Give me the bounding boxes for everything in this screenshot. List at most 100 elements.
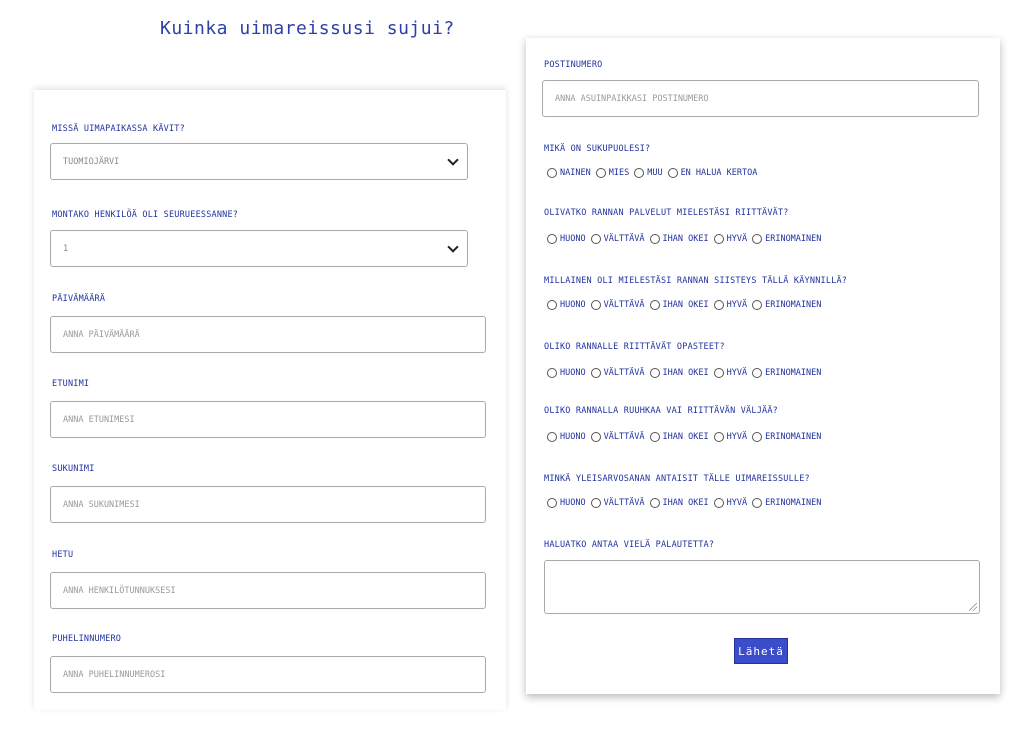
phone-input[interactable]: Anna puhelinnumerosi <box>50 656 486 693</box>
gender-option[interactable]: Nainen <box>547 168 591 178</box>
resize-handle-icon[interactable] <box>969 603 977 611</box>
gender-option[interactable]: Mies <box>595 168 630 178</box>
radio-button[interactable] <box>590 368 601 378</box>
feedback-textarea[interactable] <box>544 560 980 614</box>
radio-button[interactable] <box>547 168 557 178</box>
rating-option[interactable]: Hyvä <box>713 234 747 244</box>
first-name-placeholder: Anna etunimesi <box>63 414 135 425</box>
rating-option[interactable]: Huono <box>547 432 586 442</box>
radio-button[interactable] <box>713 234 724 244</box>
date-placeholder: Anna päivämäärä <box>63 329 140 340</box>
rating-option[interactable]: Ihan okei <box>649 300 709 310</box>
date-input[interactable]: Anna päivämäärä <box>50 316 486 353</box>
rating-option[interactable]: Hyvä <box>713 300 747 310</box>
rating-option[interactable]: Ihan okei <box>649 432 709 442</box>
last-name-input[interactable]: Anna sukunimesi <box>50 486 486 523</box>
radio-button[interactable] <box>590 498 601 508</box>
radio-button[interactable] <box>595 168 606 178</box>
radio-button[interactable] <box>547 234 557 244</box>
rating-option[interactable]: Hyvä <box>713 432 747 442</box>
radio-button[interactable] <box>713 368 724 378</box>
rating-option[interactable]: Välttävä <box>590 432 645 442</box>
radio-button[interactable] <box>752 368 763 378</box>
radio-button[interactable] <box>649 300 660 310</box>
place-select[interactable]: Tuomiojärvi <box>50 143 468 180</box>
phone-label: Puhelinnumero <box>52 634 122 644</box>
rating-option[interactable]: Hyvä <box>713 368 748 378</box>
radio-button[interactable] <box>547 498 557 508</box>
radio-button[interactable] <box>667 168 678 178</box>
gender-option-label: Mies <box>608 168 630 178</box>
rating-option[interactable]: Välttävä <box>590 368 645 378</box>
postal-placeholder: Anna asuinpaikkasi postinumero <box>555 93 709 104</box>
feedback-label: Haluatko antaa vielä palautetta? <box>544 540 715 550</box>
rating-option[interactable]: Ihan okei <box>649 368 709 378</box>
rating-option[interactable]: Erinomainen <box>752 498 821 508</box>
radio-button[interactable] <box>649 432 660 442</box>
rating-option[interactable]: Huono <box>547 368 586 378</box>
rating-option-label: Välttävä <box>603 498 645 508</box>
rating-option[interactable]: Huono <box>547 300 586 310</box>
first-name-input[interactable]: Anna etunimesi <box>50 401 486 438</box>
signage-question-label: Oliko rannalle riittävät opasteet? <box>544 342 725 352</box>
radio-button[interactable] <box>547 300 557 310</box>
rating-option-label: Välttävä <box>603 368 645 378</box>
services-question-label: Olivatko rannan palvelut mielestäsi riit… <box>544 208 789 218</box>
rating-option[interactable]: Huono <box>547 498 586 508</box>
ssn-label: Hetu <box>52 550 74 560</box>
radio-button[interactable] <box>590 234 601 244</box>
radio-button[interactable] <box>752 300 763 310</box>
radio-button[interactable] <box>752 432 763 442</box>
radio-button[interactable] <box>649 498 660 508</box>
radio-button[interactable] <box>649 368 660 378</box>
rating-option-label: Hyvä <box>726 368 748 378</box>
rating-option-label: Välttävä <box>603 300 645 310</box>
radio-button[interactable] <box>713 498 724 508</box>
radio-button[interactable] <box>547 368 557 378</box>
rating-option[interactable]: Erinomainen <box>752 432 821 442</box>
rating-option-label: Välttävä <box>603 432 645 442</box>
rating-option-label: Huono <box>560 432 586 442</box>
radio-button[interactable] <box>752 234 763 244</box>
page-title: Kuinka uimareissusi sujui? <box>160 18 455 39</box>
phone-placeholder: Anna puhelinnumerosi <box>63 669 166 680</box>
personal-info-card: Missä uimapaikassa kävit? Tuomiojärvi Mo… <box>34 90 506 710</box>
submit-button[interactable]: Lähetä <box>734 638 788 664</box>
signage-radio-group: Huono Välttävä Ihan okei Hyvä Erinomaine… <box>547 368 826 378</box>
crowding-radio-group: Huono Välttävä Ihan okei Hyvä Erinomaine… <box>547 432 826 442</box>
gender-option-label: Muu <box>647 168 663 178</box>
last-name-placeholder: Anna sukunimesi <box>63 499 140 510</box>
group-size-select[interactable]: 1 <box>50 230 468 267</box>
rating-option[interactable]: Erinomainen <box>752 300 821 310</box>
rating-option-label: Huono <box>560 368 586 378</box>
place-label: Missä uimapaikassa kävit? <box>52 124 185 134</box>
rating-option[interactable]: Välttävä <box>590 234 645 244</box>
radio-button[interactable] <box>713 432 724 442</box>
chevron-down-icon <box>447 240 459 253</box>
radio-button[interactable] <box>590 432 601 442</box>
overall-question-label: Minkä yleisarvosanan antaisit tälle uima… <box>544 474 810 484</box>
rating-option-label: Huono <box>560 498 586 508</box>
radio-button[interactable] <box>547 432 557 442</box>
radio-button[interactable] <box>713 300 724 310</box>
gender-label: Mikä on sukupuolesi? <box>544 144 651 154</box>
rating-option[interactable]: Välttävä <box>590 498 645 508</box>
rating-option-label: Ihan okei <box>662 498 709 508</box>
radio-button[interactable] <box>752 498 763 508</box>
radio-button[interactable] <box>649 234 660 244</box>
rating-option[interactable]: Ihan okei <box>649 498 709 508</box>
overall-radio-group: Huono Välttävä Ihan okei Hyvä Erinomaine… <box>547 498 826 508</box>
rating-option[interactable]: Hyvä <box>713 498 747 508</box>
rating-option[interactable]: Erinomainen <box>752 234 821 244</box>
rating-option[interactable]: Huono <box>547 234 586 244</box>
radio-button[interactable] <box>634 168 645 178</box>
gender-option[interactable]: En halua kertoa <box>667 168 757 178</box>
gender-option[interactable]: Muu <box>634 168 663 178</box>
radio-button[interactable] <box>590 300 601 310</box>
gender-radio-group: Nainen Mies Muu En halua kertoa <box>547 168 762 178</box>
rating-option[interactable]: Ihan okei <box>649 234 709 244</box>
rating-option[interactable]: Erinomainen <box>752 368 821 378</box>
ssn-input[interactable]: Anna henkilötunnuksesi <box>50 572 486 609</box>
rating-option[interactable]: Välttävä <box>590 300 645 310</box>
postal-input[interactable]: Anna asuinpaikkasi postinumero <box>542 80 979 117</box>
